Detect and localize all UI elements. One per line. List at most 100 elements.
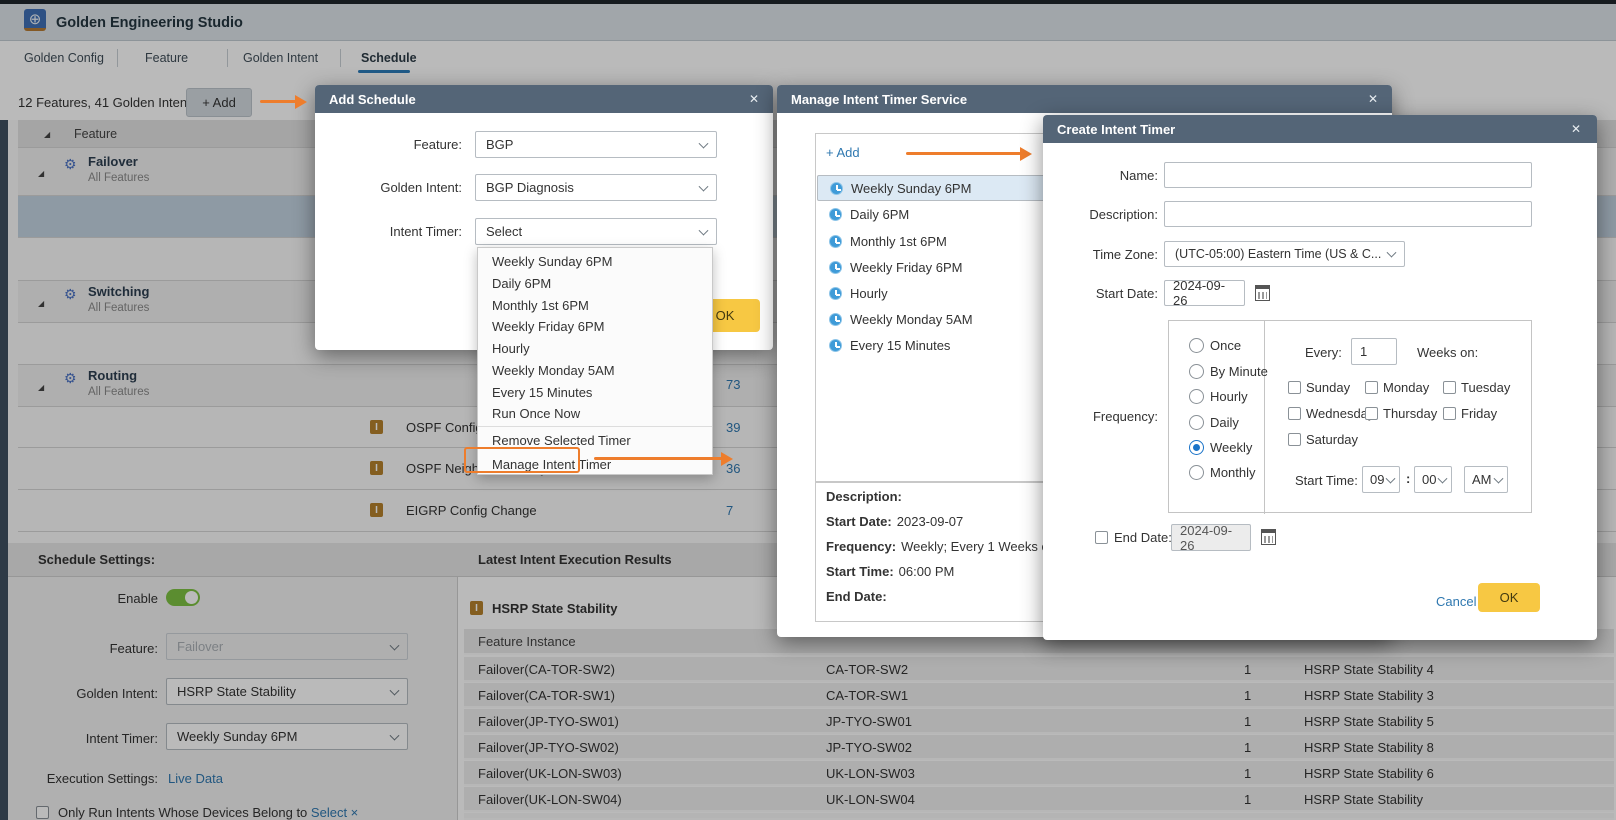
start-date-input-value: 2024-09-26: [1173, 278, 1236, 308]
clock-icon: [829, 261, 842, 274]
end-date-checkbox[interactable]: [1095, 531, 1108, 544]
radio-once-label: Once: [1210, 338, 1241, 353]
checkbox-saturday-label: Saturday: [1306, 432, 1358, 447]
clock-icon: [829, 313, 842, 326]
intent-timer-select[interactable]: Select: [475, 218, 717, 245]
checkbox-friday-label: Friday: [1461, 406, 1497, 421]
close-icon[interactable]: ✕: [1567, 120, 1585, 138]
start-date-input[interactable]: 2024-09-26: [1164, 280, 1245, 306]
annotation-arrow-manage: [594, 457, 722, 460]
every-input[interactable]: 1: [1351, 338, 1397, 365]
detail-start-time-value: 06:00 PM: [899, 564, 955, 579]
radio-monthly[interactable]: [1189, 465, 1204, 480]
timer-item-label: Daily 6PM: [850, 207, 909, 222]
add-schedule-dialog: Add Schedule ✕ Feature: BGP Golden Inten…: [315, 85, 773, 350]
dropdown-option[interactable]: Weekly Monday 5AM: [478, 359, 712, 381]
intent-timer-label: Intent Timer:: [342, 218, 462, 245]
radio-hourly[interactable]: [1189, 389, 1204, 404]
checkbox-tuesday-label: Tuesday: [1461, 380, 1510, 395]
start-date-label: Start Date:: [1056, 280, 1158, 306]
annotation-arrow-add-timer: [906, 152, 1021, 155]
chevron-down-icon: [699, 181, 709, 191]
start-time-minute-select[interactable]: 00: [1414, 466, 1452, 493]
description-label: Description:: [1056, 201, 1158, 227]
clock-icon: [829, 287, 842, 300]
close-icon[interactable]: ✕: [1364, 90, 1382, 108]
radio-hourly-label: Hourly: [1210, 389, 1248, 404]
description-input[interactable]: [1164, 201, 1532, 227]
checkbox-sunday-label: Sunday: [1306, 380, 1350, 395]
detail-description-label: Description:: [826, 489, 902, 504]
checkbox-friday[interactable]: [1443, 407, 1456, 420]
frequency-label: Frequency:: [1056, 403, 1158, 429]
chevron-down-icon: [1438, 473, 1448, 483]
checkbox-sunday[interactable]: [1288, 381, 1301, 394]
dropdown-option[interactable]: Hourly: [478, 337, 712, 359]
radio-once[interactable]: [1189, 338, 1204, 353]
radio-daily[interactable]: [1189, 415, 1204, 430]
cancel-link[interactable]: Cancel: [1436, 594, 1476, 609]
detail-start-date-value: 2023-09-07: [897, 514, 964, 529]
detail-start-date: Start Date: 2023-09-07: [826, 514, 963, 529]
time-zone-select[interactable]: (UTC-05:00) Eastern Time (US & C...: [1164, 241, 1405, 267]
start-time-hour-select[interactable]: 09: [1362, 466, 1400, 493]
timer-item-label: Weekly Monday 5AM: [850, 312, 973, 327]
checkbox-saturday[interactable]: [1288, 433, 1301, 446]
close-icon[interactable]: ✕: [745, 90, 763, 108]
radio-monthly-label: Monthly: [1210, 465, 1256, 480]
checkbox-monday[interactable]: [1365, 381, 1378, 394]
chevron-down-icon: [1387, 248, 1397, 258]
intent-timer-select-value: Select: [486, 224, 522, 239]
time-zone-label: Time Zone:: [1056, 241, 1158, 267]
timer-item-label: Monthly 1st 6PM: [850, 234, 947, 249]
timer-item-label: Hourly: [850, 286, 888, 301]
dropdown-option[interactable]: Run Once Now: [478, 402, 712, 424]
detail-end-date-label: End Date:: [826, 589, 887, 604]
feature-select[interactable]: BGP: [475, 131, 717, 158]
detail-start-time-label: Start Time:: [826, 564, 894, 579]
radio-daily-label: Daily: [1210, 415, 1239, 430]
dropdown-option[interactable]: Every 15 Minutes: [478, 381, 712, 403]
calendar-icon[interactable]: [1261, 529, 1276, 545]
chevron-down-icon: [699, 225, 709, 235]
calendar-icon[interactable]: [1255, 285, 1270, 301]
annotation-arrow-add: [260, 100, 296, 103]
timer-item-label: Every 15 Minutes: [850, 338, 950, 353]
chevron-down-icon: [699, 138, 709, 148]
chevron-down-icon: [1386, 473, 1396, 483]
start-time-ampm-select[interactable]: AM: [1464, 466, 1508, 493]
name-label: Name:: [1056, 162, 1158, 188]
add-timer-link[interactable]: + Add: [826, 145, 860, 160]
create-intent-timer-dialog: Create Intent Timer ✕ Name: Description:…: [1043, 115, 1597, 640]
start-time-minute-value: 00: [1422, 472, 1436, 487]
checkbox-tuesday[interactable]: [1443, 381, 1456, 394]
create-intent-timer-dialog-title: Create Intent Timer: [1043, 115, 1597, 143]
ok-button[interactable]: OK: [1478, 583, 1540, 612]
app-window: ⊕ Golden Engineering Studio Golden Confi…: [0, 0, 1616, 820]
dropdown-divider: [478, 426, 712, 427]
intent-timer-dropdown: Weekly Sunday 6PM Daily 6PM Monthly 1st …: [477, 247, 713, 475]
checkbox-wednesday[interactable]: [1288, 407, 1301, 420]
radio-by-minute[interactable]: [1189, 364, 1204, 379]
clock-icon: [830, 182, 843, 195]
golden-intent-label: Golden Intent:: [342, 174, 462, 201]
dropdown-option[interactable]: Weekly Friday 6PM: [478, 315, 712, 337]
dropdown-option[interactable]: Monthly 1st 6PM: [478, 294, 712, 316]
add-schedule-dialog-title: Add Schedule: [315, 85, 773, 113]
dropdown-option[interactable]: Daily 6PM: [478, 272, 712, 294]
name-input[interactable]: [1164, 162, 1532, 188]
end-date-input[interactable]: 2024-09-26: [1171, 524, 1251, 551]
chevron-down-icon: [1494, 473, 1504, 483]
start-time-hour-value: 09: [1370, 472, 1384, 487]
golden-intent-select[interactable]: BGP Diagnosis: [475, 174, 717, 201]
manage-intent-timer-dialog-title: Manage Intent Timer Service: [777, 85, 1392, 113]
feature-label: Feature:: [342, 131, 462, 158]
dropdown-option[interactable]: Weekly Sunday 6PM: [478, 250, 712, 272]
radio-weekly[interactable]: [1189, 440, 1204, 455]
radio-weekly-label: Weekly: [1210, 440, 1252, 455]
time-colon: :: [1406, 471, 1410, 486]
start-time-ampm-value: AM: [1472, 472, 1492, 487]
frequency-box-divider: [1264, 321, 1265, 514]
detail-start-date-label: Start Date:: [826, 514, 892, 529]
checkbox-thursday[interactable]: [1365, 407, 1378, 420]
